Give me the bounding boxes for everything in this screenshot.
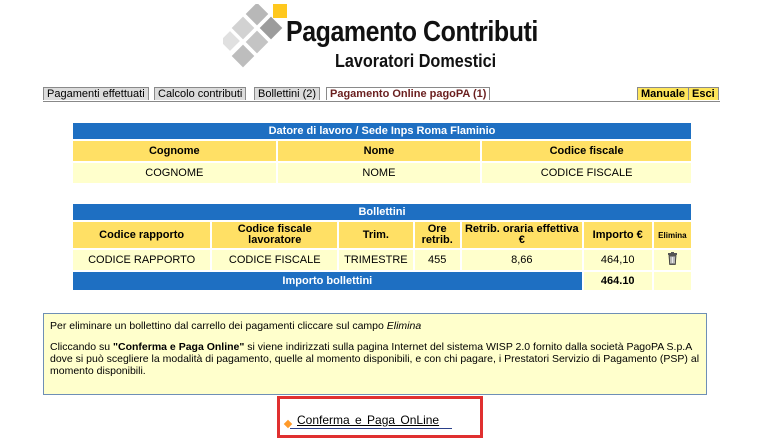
info-line-elimina: Per eliminare un bollettino dal carrello… xyxy=(50,320,700,332)
app-logo: Pagamento Contributi Lavoratori Domestic… xyxy=(223,4,543,72)
tab-esci[interactable]: Esci xyxy=(688,87,719,100)
cell-trimestre: TRIMESTRE xyxy=(339,250,413,270)
tab-pagamento-online[interactable]: Pagamento Online pagoPA (1) xyxy=(326,87,491,100)
info-box: Per eliminare un bollettino dal carrello… xyxy=(43,313,707,395)
info-elimina-emphasis: Elimina xyxy=(386,320,422,332)
employer-table-title: Datore di lavoro / Sede Inps Roma Flamin… xyxy=(73,123,691,139)
employer-table: Datore di lavoro / Sede Inps Roma Flamin… xyxy=(71,121,693,185)
column-header-codice-fiscale-lavoratore: Codice fiscale lavoratore xyxy=(212,222,338,248)
column-header-trim: Trim. xyxy=(339,222,413,248)
empty-cell xyxy=(653,272,691,290)
cell-codice-rapporto: CODICE RAPPORTO xyxy=(73,250,211,270)
importo-bollettini-value: 464.10 xyxy=(583,272,652,290)
column-header-importo: Importo € xyxy=(583,222,652,248)
confirm-pay-link[interactable]: Conferma e Paga OnLine xyxy=(297,413,439,427)
tab-bollettini[interactable]: Bollettini (2) xyxy=(254,87,321,100)
info-line-elimina-text: Per eliminare un bollettino dal carrello… xyxy=(50,320,387,332)
info-line-conferma: Cliccando su "Conferma e Paga Online" si… xyxy=(50,341,700,377)
bollettini-table: Bollettini Codice rapporto Codice fiscal… xyxy=(71,202,693,292)
column-header-cognome: Cognome xyxy=(73,141,276,161)
tab-manuale[interactable]: Manuale xyxy=(637,87,690,100)
app-subtitle: Lavoratori Domestici xyxy=(335,51,497,71)
cell-codice-fiscale-lavoratore: CODICE FISCALE xyxy=(212,250,338,270)
column-header-elimina: Elimina xyxy=(653,222,691,248)
column-header-codice-rapporto: Codice rapporto xyxy=(73,222,211,248)
app-title: Pagamento Contributi xyxy=(286,16,538,48)
trash-icon xyxy=(667,252,677,265)
info-line-conferma-prefix: Cliccando su xyxy=(50,341,114,353)
delete-button[interactable] xyxy=(653,250,691,270)
cell-importo: 464,10 xyxy=(583,250,652,270)
bollettini-table-title: Bollettini xyxy=(73,204,691,220)
tab-calcolo-contributi[interactable]: Calcolo contributi xyxy=(154,87,247,100)
column-header-ore-retrib: Ore retrib. xyxy=(414,222,460,248)
cell-codice-fiscale: CODICE FISCALE xyxy=(482,163,691,183)
bullet-icon xyxy=(283,419,293,429)
logo-diamonds-icon xyxy=(223,4,287,68)
confirm-highlight: Conferma e Paga OnLine xyxy=(277,396,483,438)
column-header-retrib-oraria: Retrib. oraria effettiva € xyxy=(461,222,582,248)
importo-bollettini-label: Importo bollettini xyxy=(73,272,582,290)
cell-retrib-oraria: 8,66 xyxy=(461,250,582,270)
tab-bar: Pagamenti effettuati Calcolo contributi … xyxy=(43,87,720,102)
cell-nome: NOME xyxy=(277,163,481,183)
cell-ore-retrib: 455 xyxy=(414,250,460,270)
cell-cognome: COGNOME xyxy=(73,163,276,183)
column-header-codice-fiscale: Codice fiscale xyxy=(482,141,691,161)
link-underline xyxy=(290,428,452,429)
info-conferma-bold: "Conferma e Paga Online" xyxy=(113,341,245,353)
tab-pagamenti-effettuati[interactable]: Pagamenti effettuati xyxy=(43,87,149,100)
column-header-nome: Nome xyxy=(277,141,481,161)
